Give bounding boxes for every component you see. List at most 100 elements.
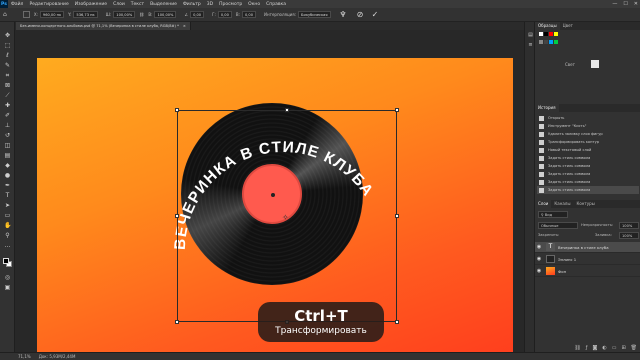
transform-handle-bottom-left[interactable] bbox=[175, 320, 179, 324]
visibility-eye-icon[interactable]: ◉ bbox=[535, 268, 543, 274]
layer-row-background[interactable]: ◉ Фон bbox=[535, 266, 640, 277]
tab-swatches[interactable]: Образцы bbox=[535, 22, 560, 30]
transform-handle-bottom-right[interactable] bbox=[395, 320, 399, 324]
transform-handle-top-left[interactable] bbox=[175, 108, 179, 112]
history-item[interactable]: Удалить заливку слоя фигур bbox=[537, 130, 639, 138]
group-icon[interactable]: ▭ bbox=[612, 345, 617, 351]
move-tool-icon[interactable]: ✥ bbox=[4, 32, 11, 39]
maximize-icon[interactable]: ☐ bbox=[623, 1, 627, 7]
blur-tool-icon[interactable]: ◆ bbox=[4, 162, 11, 169]
cancel-transform-icon[interactable]: ⊘ bbox=[355, 10, 365, 20]
width-field[interactable]: 100,00% bbox=[113, 11, 136, 18]
dodge-tool-icon[interactable]: ● bbox=[4, 172, 11, 179]
adjustment-icon[interactable]: ◐ bbox=[602, 345, 606, 351]
swatch[interactable] bbox=[554, 40, 558, 44]
tab-history[interactable]: История bbox=[535, 104, 559, 112]
transform-center-icon[interactable]: ✧ bbox=[282, 213, 289, 222]
history-brush-tool-icon[interactable]: ↺ bbox=[4, 132, 11, 139]
history-item[interactable]: Инструмент "Кисть" bbox=[537, 122, 639, 130]
layer-row-ellipse[interactable]: ◉ Эллипс 1 bbox=[535, 254, 640, 265]
frame-tool-icon[interactable]: ⊠ bbox=[4, 82, 11, 89]
close-tab-icon[interactable]: × bbox=[183, 24, 186, 28]
menu-help[interactable]: Справка bbox=[263, 2, 289, 7]
tab-color[interactable]: Цвет bbox=[560, 22, 576, 30]
properties-panel-icon[interactable]: ≡ bbox=[527, 42, 534, 49]
swatch[interactable] bbox=[539, 40, 543, 44]
transform-handle-middle-right[interactable] bbox=[395, 214, 399, 218]
pen-tool-icon[interactable]: ✒ bbox=[4, 182, 11, 189]
type-tool-icon[interactable]: T bbox=[4, 192, 11, 199]
history-item[interactable]: Задать стиль символа bbox=[537, 178, 639, 186]
history-item[interactable]: Задать стиль символа bbox=[537, 186, 639, 194]
visibility-eye-icon[interactable]: ◉ bbox=[535, 256, 543, 262]
history-item[interactable]: Задать стиль символа bbox=[537, 154, 639, 162]
menu-type[interactable]: Текст bbox=[128, 2, 147, 7]
history-item[interactable]: Новый текстовый слой bbox=[537, 146, 639, 154]
lasso-tool-icon[interactable]: ℓ bbox=[4, 52, 11, 59]
eraser-tool-icon[interactable]: ◫ bbox=[4, 142, 11, 149]
hand-tool-icon[interactable]: ✋ bbox=[4, 222, 11, 229]
new-layer-icon[interactable]: ⊞ bbox=[621, 345, 625, 351]
document-workspace[interactable]: ВЕЧЕРИНКА В СТИЛЕ КЛУБА ✧ Ctrl+T Трансфо… bbox=[16, 30, 524, 352]
quick-mask-icon[interactable]: ◎ bbox=[4, 274, 11, 281]
swatch[interactable] bbox=[549, 32, 553, 36]
angle-field[interactable]: 0,00 bbox=[190, 11, 205, 18]
skew-h-field[interactable]: 0,00 bbox=[217, 11, 232, 18]
layer-row-text[interactable]: ◉ T Вечеринка в стиле клуба bbox=[535, 242, 640, 253]
menu-3d[interactable]: 3D bbox=[204, 2, 216, 7]
skew-v-field[interactable]: 0,00 bbox=[241, 11, 256, 18]
menu-filter[interactable]: Фильтр bbox=[180, 2, 204, 7]
menu-layers[interactable]: Слои bbox=[110, 2, 128, 7]
commit-transform-icon[interactable]: ✓ bbox=[370, 10, 380, 20]
height-field[interactable]: 100,00% bbox=[154, 11, 177, 18]
blend-mode-select[interactable]: Обычные bbox=[538, 222, 578, 229]
fx-icon[interactable]: ƒ bbox=[586, 345, 588, 351]
swatch[interactable] bbox=[544, 40, 548, 44]
close-window-icon[interactable]: ✕ bbox=[634, 1, 638, 7]
minimize-icon[interactable]: — bbox=[612, 1, 617, 7]
swatch[interactable] bbox=[544, 32, 548, 36]
y-field[interactable]: 536,73 пк bbox=[73, 11, 98, 18]
trash-icon[interactable]: 🗑 bbox=[631, 345, 637, 351]
gradient-tool-icon[interactable]: ▤ bbox=[4, 152, 11, 159]
quick-select-tool-icon[interactable]: ✎ bbox=[4, 62, 11, 69]
opacity-field[interactable]: 100% bbox=[619, 222, 639, 229]
home-icon[interactable]: ⌂ bbox=[3, 11, 7, 18]
history-item[interactable]: Задать стиль символа bbox=[537, 170, 639, 178]
visibility-eye-icon[interactable]: ◉ bbox=[535, 244, 543, 250]
transform-handle-top-center[interactable] bbox=[285, 108, 289, 112]
zoom-level[interactable]: 71,1% bbox=[18, 354, 31, 359]
foreground-color-swatch[interactable] bbox=[3, 258, 9, 264]
x-field[interactable]: 960,00 пк bbox=[39, 11, 65, 18]
swatch[interactable] bbox=[539, 32, 543, 36]
menu-file[interactable]: Файл bbox=[8, 2, 26, 7]
link-icon[interactable]: ⛓ bbox=[139, 12, 144, 17]
transform-handle-top-right[interactable] bbox=[395, 108, 399, 112]
menu-image[interactable]: Изображение bbox=[72, 2, 110, 7]
menu-view[interactable]: Просмотр bbox=[216, 2, 245, 7]
healing-brush-tool-icon[interactable]: ✚ bbox=[4, 102, 11, 109]
mask-icon[interactable]: ◙ bbox=[592, 345, 597, 351]
brush-tool-icon[interactable]: ✐ bbox=[4, 112, 11, 119]
history-item[interactable]: Трансформировать контур bbox=[537, 138, 639, 146]
history-item[interactable]: Открыть bbox=[537, 114, 639, 122]
tab-channels[interactable]: Каналы bbox=[551, 200, 573, 208]
light-swatch-preview[interactable] bbox=[591, 60, 599, 68]
shape-tool-icon[interactable]: ▭ bbox=[4, 212, 11, 219]
swatch[interactable] bbox=[554, 32, 558, 36]
link-layers-icon[interactable]: ⛓ bbox=[574, 345, 580, 351]
clone-stamp-tool-icon[interactable]: ⊥ bbox=[4, 122, 11, 129]
reference-point-icon[interactable] bbox=[22, 11, 30, 18]
menu-edit[interactable]: Редактирование bbox=[26, 2, 71, 7]
fill-field[interactable]: 100% bbox=[619, 232, 639, 239]
tab-paths[interactable]: Контуры bbox=[573, 200, 597, 208]
swatch[interactable] bbox=[549, 40, 553, 44]
menu-window[interactable]: Окно bbox=[245, 2, 263, 7]
menu-select[interactable]: Выделение bbox=[147, 2, 180, 7]
history-panel-icon[interactable]: ▤ bbox=[527, 32, 534, 39]
eyedropper-tool-icon[interactable]: ⟋ bbox=[4, 92, 11, 99]
tab-layers[interactable]: Слои bbox=[535, 200, 552, 208]
crop-tool-icon[interactable]: ⌗ bbox=[4, 72, 11, 79]
history-item[interactable]: Задать стиль символа bbox=[537, 162, 639, 170]
document-tab[interactable]: Без-имени-концертного-альбома.psd @ 71,1… bbox=[16, 22, 191, 30]
